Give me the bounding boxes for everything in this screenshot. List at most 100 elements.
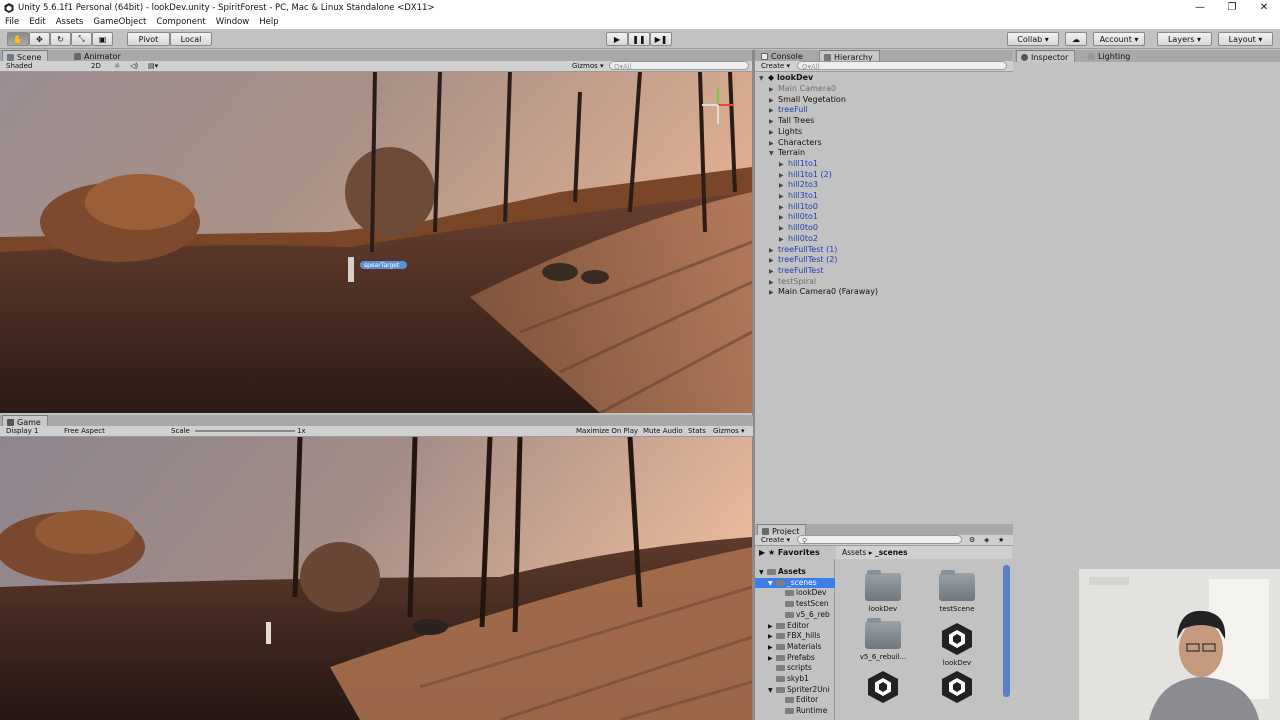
step-button[interactable]: ▶❚ (650, 32, 672, 46)
hierarchy-item[interactable]: ▶ treeFullTest (2) (769, 255, 837, 266)
hierarchy-item[interactable]: ▶ Main Camera0 (769, 84, 836, 95)
menu-assets[interactable]: Assets (51, 17, 89, 27)
project-tree-item[interactable]: ▶ Prefabs (755, 653, 835, 664)
lighting-toggle-icon[interactable]: ☼ (114, 61, 120, 71)
hierarchy-item[interactable]: ▶ hill1to1 (779, 159, 818, 170)
2d-toggle[interactable]: 2D (91, 61, 101, 71)
close-button[interactable]: ✕ (1248, 2, 1280, 13)
pause-button[interactable]: ❚❚ (628, 32, 650, 46)
asset-scene[interactable] (932, 669, 982, 707)
project-tree-item[interactable]: Runtime (755, 706, 835, 717)
game-gizmos-dropdown[interactable]: Gizmos ▾ (713, 426, 745, 436)
hierarchy-item[interactable]: ▶ hill2to3 (779, 180, 818, 191)
hierarchy-item[interactable]: ▶ hill1to1 (2) (779, 170, 832, 181)
project-tree-item[interactable]: ▶ Materials (755, 642, 835, 653)
menu-component[interactable]: Component (151, 17, 210, 27)
filter-type-icon[interactable]: ⚙ (969, 535, 975, 545)
maximize-on-play-toggle[interactable]: Maximize On Play (576, 426, 638, 436)
menu-gameobject[interactable]: GameObject (88, 17, 151, 27)
menu-file[interactable]: File (0, 17, 24, 27)
project-tree-item[interactable]: v5_6_reb (755, 610, 835, 621)
mute-audio-toggle[interactable]: Mute Audio (643, 426, 683, 436)
layout-dropdown[interactable]: Layout ▾ (1218, 32, 1273, 46)
folder-icon (785, 708, 794, 715)
hand-tool-button[interactable]: ✋ (7, 32, 29, 46)
move-tool-button[interactable]: ✥ (29, 32, 50, 46)
project-create-dropdown[interactable]: Create ▾ (761, 535, 790, 545)
project-tree-item[interactable]: ▼ _scenes (755, 577, 835, 589)
menu-edit[interactable]: Edit (24, 17, 50, 27)
stats-toggle[interactable]: Stats (688, 426, 706, 436)
folder-icon (785, 611, 794, 618)
scene-search-input[interactable]: Q▾All (609, 61, 749, 71)
project-tree-item[interactable]: ▶ Editor (755, 621, 835, 632)
hierarchy-item[interactable]: ▶ Lights (769, 127, 802, 138)
game-viewport[interactable] (0, 437, 752, 720)
project-tree-item[interactable]: skyb1 (755, 674, 835, 685)
asset-folder[interactable]: lookDev (858, 570, 908, 613)
breadcrumb-current[interactable]: _scenes (875, 548, 908, 557)
hierarchy-item[interactable]: ▶ hill0to0 (779, 223, 818, 234)
hierarchy-item[interactable]: ▶ treeFullTest (769, 266, 824, 277)
asset-scene[interactable] (858, 669, 908, 707)
hierarchy-control-bar: Create ▾ Q▾All (755, 61, 1013, 72)
hierarchy-item[interactable]: ▶ treeFullTest (1) (769, 245, 837, 256)
scale-tool-button[interactable]: ⤡ (71, 32, 92, 46)
project-tree-item[interactable]: lookDev (755, 588, 835, 599)
hierarchy-item-label: treeFullTest (778, 265, 824, 275)
project-scrollbar[interactable] (1003, 565, 1010, 697)
hierarchy-scene-root[interactable]: ▼ ◆ lookDev (759, 73, 813, 84)
scene-gizmos-dropdown[interactable]: Gizmos ▾ (572, 61, 604, 71)
hierarchy-item[interactable]: ▶ hill1to0 (779, 202, 818, 213)
project-search-input[interactable]: ⚲ (797, 535, 962, 545)
pivot-toggle[interactable]: Pivot (127, 32, 170, 46)
hierarchy-item[interactable]: ▶ Main Camera0 (Faraway) (769, 287, 878, 298)
filter-label-icon[interactable]: ◈ (984, 535, 989, 545)
project-tree-item[interactable]: ▶ FBX_hills (755, 631, 835, 642)
asset-scene[interactable]: lookDev (932, 621, 982, 667)
hierarchy-item[interactable]: ▼ Terrain (769, 148, 805, 159)
project-tree-item[interactable]: Editor (755, 695, 835, 706)
favorite-star-icon[interactable]: ★ (998, 535, 1004, 545)
unity-logo-icon (4, 2, 14, 13)
collab-button[interactable]: Collab ▾ (1007, 32, 1059, 46)
hierarchy-item[interactable]: ▶ Small Vegetation (769, 95, 846, 106)
hierarchy-create-dropdown[interactable]: Create ▾ (761, 61, 790, 71)
restore-button[interactable]: ❐ (1216, 2, 1248, 13)
project-tree-item[interactable]: testScen (755, 599, 835, 610)
collapsed-arrow-icon[interactable]: ▶ (769, 288, 778, 299)
aspect-dropdown[interactable]: Free Aspect (64, 426, 105, 436)
rotate-tool-button[interactable]: ↻ (50, 32, 71, 46)
project-tree-item[interactable]: ▼ Spriter2Uni (755, 685, 835, 696)
cloud-button[interactable]: ☁ (1065, 32, 1087, 46)
project-tree-item[interactable]: ▼ Assets (755, 567, 835, 578)
scale-slider[interactable] (195, 430, 295, 432)
hierarchy-item[interactable]: ▶ hill0to1 (779, 212, 818, 223)
menu-window[interactable]: Window (211, 17, 255, 27)
minimize-button[interactable]: — (1184, 2, 1216, 13)
hierarchy-search-input[interactable]: Q▾All (797, 61, 1007, 71)
asset-folder[interactable]: v5_6_rebuil... (858, 618, 908, 661)
effects-toggle-icon[interactable]: ▤▾ (148, 61, 158, 71)
play-button[interactable]: ▶ (606, 32, 628, 46)
project-tree-item[interactable]: scripts (755, 663, 835, 674)
hierarchy-item[interactable]: ▶ Characters (769, 138, 822, 149)
account-dropdown[interactable]: Account ▾ (1093, 32, 1145, 46)
favorites-row[interactable]: ▶ ★ Favorites (755, 546, 835, 559)
hierarchy-item[interactable]: ▶ treeFull (769, 105, 808, 116)
hierarchy-item[interactable]: ▶ hill0to2 (779, 234, 818, 245)
breadcrumb-root[interactable]: Assets ▸ (842, 548, 873, 557)
layers-dropdown[interactable]: Layers ▾ (1157, 32, 1212, 46)
hierarchy-item[interactable]: ▶ testSpiral (769, 277, 816, 288)
local-toggle[interactable]: Local (170, 32, 212, 46)
shading-mode-dropdown[interactable]: Shaded (6, 61, 32, 71)
expanded-arrow-icon[interactable]: ▼ (769, 149, 778, 160)
audio-toggle-icon[interactable]: ◁) (130, 61, 138, 71)
asset-folder[interactable]: testScene (932, 570, 982, 613)
scene-viewport[interactable]: spearTarget (0, 72, 752, 413)
hierarchy-item[interactable]: ▶ hill3to1 (779, 191, 818, 202)
display-dropdown[interactable]: Display 1 (6, 426, 38, 436)
menu-help[interactable]: Help (254, 17, 283, 27)
rect-tool-button[interactable]: ▣ (92, 32, 113, 46)
hierarchy-item[interactable]: ▶ Tall Trees (769, 116, 814, 127)
